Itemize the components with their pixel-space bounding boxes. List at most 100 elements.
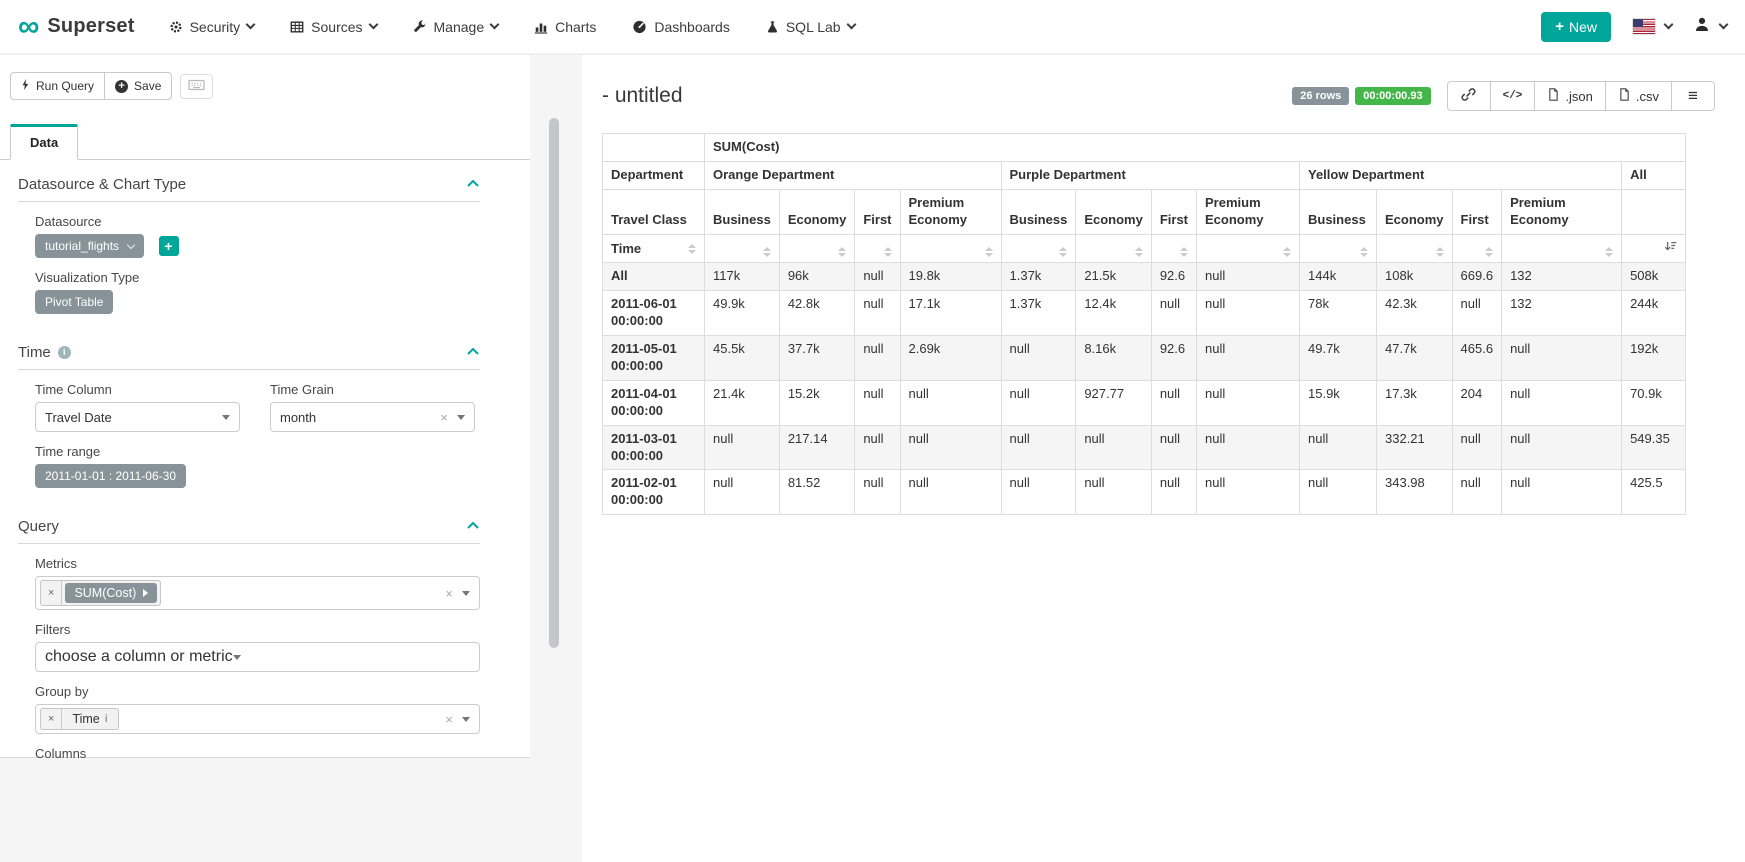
time-range-button[interactable]: 2011-01-01 : 2011-06-30 — [35, 464, 186, 488]
superset-logo[interactable]: ∞ Superset — [18, 13, 135, 41]
viz-type-select[interactable]: Pivot Table — [35, 290, 113, 314]
chevron-down-icon — [368, 20, 378, 30]
sort-header[interactable] — [1452, 234, 1502, 263]
section-header-datasource[interactable]: Datasource & Chart Type — [18, 160, 480, 202]
remove-token-icon[interactable]: × — [41, 581, 62, 605]
pivot-cell: null — [1151, 380, 1196, 425]
row-dimension-sort-header[interactable]: Time — [603, 234, 705, 263]
sort-icon — [1436, 247, 1444, 257]
metrics-select[interactable]: × SUM(Cost) × — [35, 576, 480, 610]
gears-icon — [169, 20, 183, 34]
pivot-cell: 49.9k — [705, 291, 780, 336]
clear-icon[interactable]: × — [445, 712, 453, 727]
export-csv-button[interactable]: .csv — [1605, 81, 1672, 111]
metric-pill[interactable]: SUM(Cost) — [65, 583, 157, 603]
pivot-cell: 927.77 — [1076, 380, 1152, 425]
clear-icon[interactable]: × — [440, 410, 448, 425]
time-grain-select[interactable]: month × — [270, 402, 475, 432]
nav-item-dashboards[interactable]: Dashboards — [632, 19, 730, 35]
add-datasource-button[interactable]: + — [159, 236, 179, 256]
export-button-group: </> .json .csv ≡ — [1447, 81, 1715, 111]
groupby-token[interactable]: × Time i — [40, 708, 119, 730]
sort-header[interactable] — [1502, 234, 1622, 263]
sort-header[interactable] — [779, 234, 855, 263]
class-header: Business — [1001, 189, 1076, 234]
query-duration-badge: 00:00:00.93 — [1355, 87, 1430, 105]
pivot-cell: 92.6 — [1151, 263, 1196, 291]
pivot-cell: 204 — [1452, 380, 1502, 425]
pivot-cell: 217.14 — [779, 425, 855, 470]
section-title: Time — [18, 344, 51, 361]
nav-item-sources[interactable]: Sources — [290, 19, 376, 35]
user-menu[interactable] — [1694, 16, 1727, 37]
nav-label: Charts — [555, 19, 596, 35]
datasource-select[interactable]: tutorial_flights — [35, 234, 144, 258]
time-range-label: Time range — [35, 444, 480, 459]
sort-header[interactable] — [1300, 234, 1377, 263]
view-query-button[interactable]: </> — [1490, 81, 1536, 111]
tab-data[interactable]: Data — [10, 124, 78, 160]
sort-icon — [688, 244, 696, 254]
clear-icon[interactable]: × — [445, 586, 453, 601]
save-button[interactable]: + Save — [104, 72, 172, 100]
run-query-button[interactable]: Run Query — [10, 72, 105, 100]
section-header-time[interactable]: Time i — [18, 328, 480, 370]
pivot-cell: null — [900, 470, 1001, 515]
sort-desc-icon — [1664, 240, 1677, 258]
pivot-cell: null — [1197, 425, 1300, 470]
sort-header[interactable] — [1076, 234, 1152, 263]
department-header-row: DepartmentOrange DepartmentPurple Depart… — [603, 161, 1686, 189]
pivot-cell: 132 — [1502, 291, 1622, 336]
nav-item-manage[interactable]: Manage — [413, 19, 499, 35]
plus-circle-icon: + — [115, 80, 128, 93]
pivot-cell: null — [1502, 336, 1622, 381]
sort-header[interactable] — [1001, 234, 1076, 263]
pivot-cell: 15.9k — [1300, 380, 1377, 425]
pivot-cell: 12.4k — [1076, 291, 1152, 336]
nav-item-charts[interactable]: Charts — [534, 19, 596, 35]
metric-token[interactable]: × SUM(Cost) — [40, 580, 161, 606]
share-link-button[interactable] — [1447, 81, 1491, 111]
nav-menu: Security Sources Manage Charts Dashboard… — [169, 19, 855, 35]
section-header-query[interactable]: Query — [18, 502, 480, 544]
remove-token-icon[interactable]: × — [41, 709, 62, 729]
chevron-up-icon — [466, 175, 480, 193]
pivot-cell: null — [1502, 470, 1622, 515]
row-label: 2011-02-01 00:00:00 — [603, 470, 705, 515]
pivot-cell: 108k — [1377, 263, 1453, 291]
keyboard-shortcut-button[interactable] — [180, 74, 213, 99]
pivot-cell: 144k — [1300, 263, 1377, 291]
pivot-cell: null — [1076, 425, 1152, 470]
nav-item-security[interactable]: Security — [169, 19, 255, 35]
sort-header[interactable] — [1197, 234, 1300, 263]
sort-header[interactable] — [705, 234, 780, 263]
time-grain-value: month — [280, 410, 440, 425]
sort-header[interactable] — [1151, 234, 1196, 263]
chart-menu-button[interactable]: ≡ — [1671, 81, 1715, 111]
sort-icon — [1135, 247, 1143, 257]
sort-header[interactable] — [855, 234, 900, 263]
row-label: 2011-03-01 00:00:00 — [603, 425, 705, 470]
nav-label: Security — [190, 19, 241, 35]
file-icon — [1547, 87, 1560, 105]
class-header: Economy — [779, 189, 855, 234]
panel-tabs: Data — [0, 123, 530, 160]
new-button[interactable]: + New — [1541, 12, 1611, 42]
bolt-icon — [21, 78, 30, 94]
sort-header[interactable] — [900, 234, 1001, 263]
chart-title[interactable]: - untitled — [602, 84, 683, 108]
export-json-button[interactable]: .json — [1534, 81, 1605, 111]
nav-label: SQL Lab — [786, 19, 841, 35]
panel-scrollbar-thumb[interactable] — [549, 118, 559, 648]
sort-header[interactable] — [1377, 234, 1453, 263]
nav-item-sql-lab[interactable]: SQL Lab — [766, 19, 855, 35]
pivot-cell: 15.2k — [779, 380, 855, 425]
nav-label: Manage — [434, 19, 485, 35]
filters-select[interactable]: choose a column or metric — [35, 642, 480, 672]
groupby-select[interactable]: × Time i × — [35, 704, 480, 734]
chart-panel: - untitled 26 rows 00:00:00.93 </> .json… — [582, 55, 1745, 862]
language-selector[interactable] — [1633, 19, 1672, 34]
time-column-select[interactable]: Travel Date — [35, 402, 240, 432]
sort-header[interactable] — [1622, 234, 1686, 263]
department-header: Yellow Department — [1300, 161, 1622, 189]
